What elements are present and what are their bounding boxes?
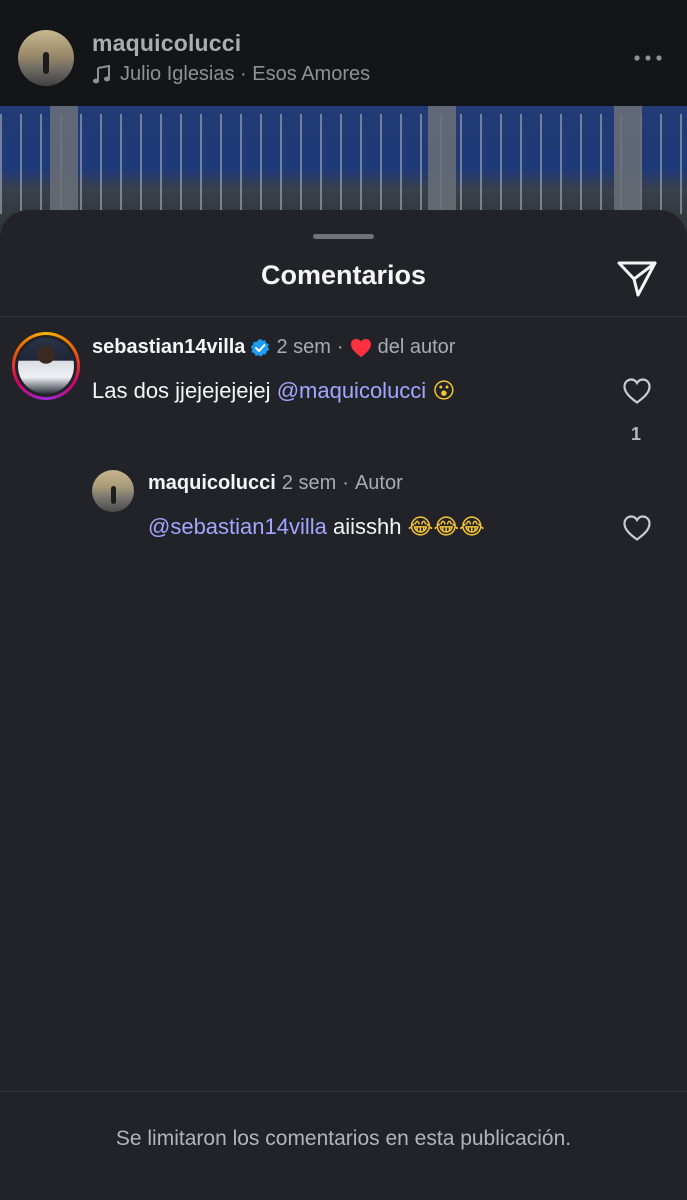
emoji-laughing: 😂😂😂 <box>407 515 485 540</box>
post-header: maquicolucci Julio Iglesias · Esos Amore… <box>0 0 687 106</box>
comment-text: Las dos jjejejejejej @maquicolucci 😮 <box>92 378 455 404</box>
post-username[interactable]: maquicolucci <box>92 30 241 57</box>
meta-separator: · <box>336 336 344 358</box>
reply-text: @sebastian14villa aiisshh 😂😂😂 <box>148 514 485 540</box>
reply-meta: maquicolucci 2 sem · Autor <box>148 472 403 495</box>
post-music-info[interactable]: Julio Iglesias · Esos Amores <box>92 63 370 86</box>
reply-body: aiisshh <box>333 514 402 539</box>
sheet-drag-handle[interactable] <box>313 234 374 239</box>
reply-username[interactable]: maquicolucci <box>148 472 276 495</box>
post-image-fence <box>0 114 687 214</box>
verified-badge-icon <box>251 338 270 356</box>
comment-username[interactable]: sebastian14villa <box>92 336 245 359</box>
footer-divider <box>0 1091 687 1092</box>
heart-outline-icon[interactable] <box>622 514 652 542</box>
heart-outline-icon[interactable] <box>622 377 652 405</box>
comment-time: 2 sem <box>276 336 331 358</box>
author-like-label: del autor <box>377 336 456 358</box>
replier-avatar[interactable] <box>92 470 134 512</box>
reply-time: 2 sem <box>281 472 337 494</box>
more-options-icon[interactable] <box>633 48 663 68</box>
music-note-icon <box>93 64 110 83</box>
comment-meta: sebastian14villa 2 sem · del autor <box>92 336 455 359</box>
paper-plane-icon[interactable] <box>616 258 658 298</box>
app-screen: maquicolucci Julio Iglesias · Esos Amore… <box>0 0 687 1200</box>
comments-limited-notice: Se limitaron los comentarios en esta pub… <box>115 1127 572 1150</box>
comments-title: Comentarios <box>260 260 427 290</box>
comments-sheet: Comentarios sebastian14villa 2 sem · del… <box>0 210 687 1200</box>
mention-link[interactable]: @maquicolucci <box>277 378 427 403</box>
comment-body: Las dos jjejejejejej <box>92 378 271 403</box>
mention-link[interactable]: @sebastian14villa <box>148 514 327 539</box>
sheet-divider <box>0 316 687 317</box>
commenter-avatar[interactable] <box>12 332 80 400</box>
liked-heart-icon <box>350 338 371 357</box>
meta-separator: · <box>342 472 349 494</box>
emoji-surprised: 😮 <box>432 379 456 404</box>
author-tag: Autor <box>354 472 403 494</box>
post-music-label: Julio Iglesias · Esos Amores <box>120 63 371 85</box>
post-author-avatar[interactable] <box>18 30 74 86</box>
like-count[interactable]: 1 <box>631 424 641 445</box>
